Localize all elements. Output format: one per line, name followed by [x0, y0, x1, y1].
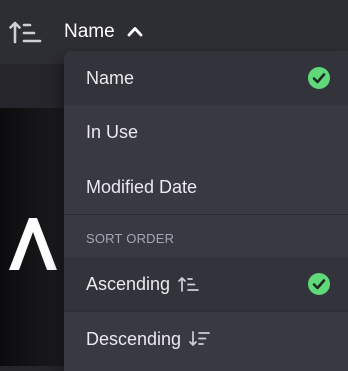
sort-by-dropdown[interactable]: Name [64, 16, 143, 48]
sort-option-label: Name [86, 67, 135, 88]
sort-order-header: SORT ORDER [86, 231, 175, 246]
sort-by-label: Name [64, 21, 115, 42]
check-icon [308, 273, 330, 295]
app-logo-icon [5, 212, 61, 279]
sort-option-label: Modified Date [86, 176, 198, 197]
sort-option-label: In Use [86, 121, 139, 142]
sort-option-in-use[interactable]: In Use [64, 105, 348, 159]
chevron-up-icon [127, 21, 143, 43]
sort-order-label: Ascending [86, 273, 171, 294]
check-icon [308, 67, 330, 89]
menu-divider [64, 214, 348, 215]
sort-option-modified-date[interactable]: Modified Date [64, 160, 348, 214]
sort-ascending-icon[interactable] [8, 18, 44, 46]
sort-order-descending[interactable]: Descending [64, 312, 348, 366]
sort-order-ascending[interactable]: Ascending [64, 257, 348, 311]
sort-descending-icon [189, 331, 211, 347]
background-header-strip [0, 64, 70, 108]
sort-order-label: Descending [86, 328, 182, 349]
sort-menu: Name In Use Modified Date SORT ORDER Asc… [64, 51, 348, 371]
sort-ascending-icon [178, 276, 200, 292]
sort-option-name[interactable]: Name [64, 51, 348, 105]
